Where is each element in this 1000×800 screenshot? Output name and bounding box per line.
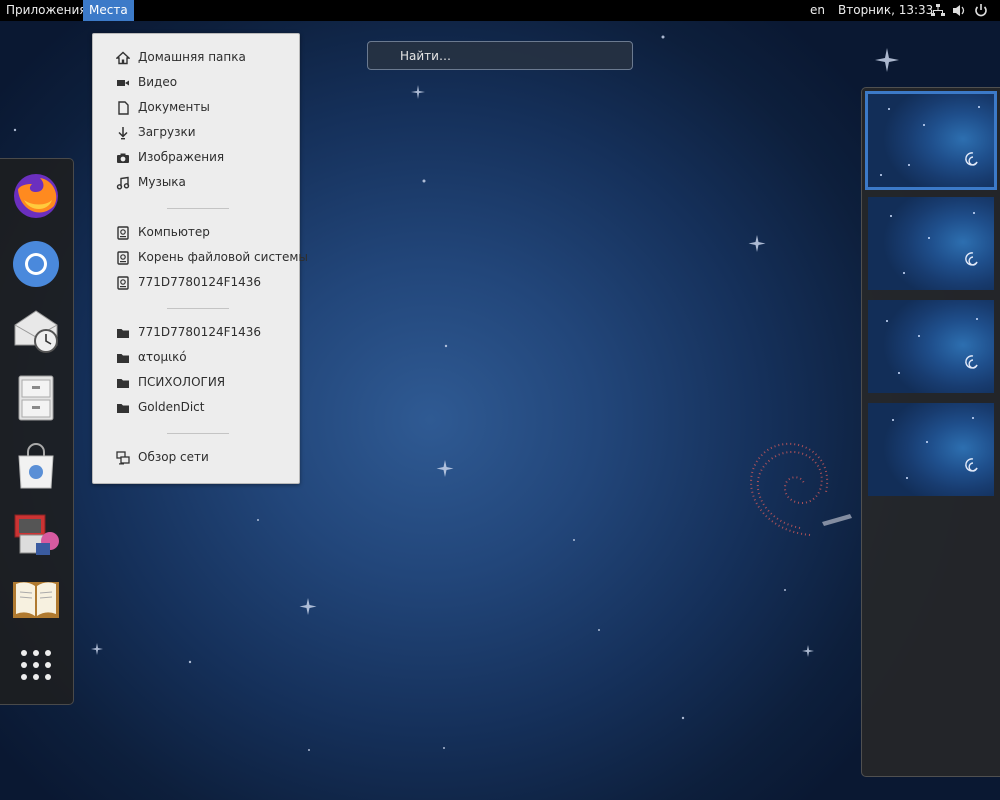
camera-icon: [117, 153, 129, 163]
folder-icon: [117, 404, 129, 413]
debian-swirl-icon: [965, 355, 978, 369]
workspace-switcher: [861, 87, 1000, 777]
workspace-thumbnail[interactable]: [868, 300, 994, 393]
document-icon: [118, 101, 129, 115]
debian-swirl-icon: [965, 152, 978, 166]
places-item-computer[interactable]: Компьютер: [93, 220, 299, 245]
places-item-bookmark-atomiko[interactable]: ατομικό: [93, 345, 299, 370]
places-item-pictures[interactable]: Изображения: [93, 145, 299, 170]
places-item-volume[interactable]: 771D7780124F1436: [93, 270, 299, 295]
places-item-bookmark-goldendict[interactable]: GoldenDict: [93, 395, 299, 420]
folder-icon: [117, 379, 129, 388]
network-browse-icon: [116, 451, 130, 465]
places-item-downloads[interactable]: Загрузки: [93, 120, 299, 145]
search-box[interactable]: [367, 41, 633, 70]
drive-icon: [117, 226, 129, 240]
search-input[interactable]: [368, 42, 632, 69]
dash: [0, 158, 74, 705]
top-bar: Приложения Места en Вторник, 13:33: [0, 0, 1000, 21]
workspace-thumbnail[interactable]: [865, 91, 997, 190]
folder-icon: [117, 329, 129, 338]
home-icon: [116, 51, 130, 65]
dictionary-book-icon[interactable]: [10, 574, 62, 626]
places-menu-button[interactable]: Места: [83, 0, 134, 21]
places-item-root[interactable]: Корень файловой системы: [93, 245, 308, 270]
firefox-icon[interactable]: [10, 170, 62, 222]
volume-icon[interactable]: [951, 3, 967, 18]
places-separator: [167, 208, 229, 209]
places-item-music[interactable]: Музыка: [93, 170, 299, 195]
file-cabinet-icon[interactable]: [10, 372, 62, 424]
workspace-thumbnail[interactable]: [868, 197, 994, 290]
places-item-bookmark-volume-folder[interactable]: 771D7780124F1436: [93, 320, 299, 345]
evolution-mail-icon[interactable]: [10, 305, 62, 357]
places-separator: [167, 308, 229, 309]
workspace-thumbnail[interactable]: [868, 403, 994, 496]
music-icon: [116, 176, 130, 190]
places-item-network[interactable]: Обзор сети: [93, 445, 299, 470]
debian-swirl-icon: [965, 252, 978, 266]
places-item-home[interactable]: Домашняя папка: [93, 45, 299, 70]
debian-swirl-icon: [965, 458, 978, 472]
places-item-bookmark-psychology[interactable]: ПСИХОЛОГИЯ: [93, 370, 299, 395]
places-separator: [167, 433, 229, 434]
show-applications-icon[interactable]: [10, 641, 62, 693]
system-settings-icon[interactable]: [10, 507, 62, 559]
applications-menu-button[interactable]: Приложения: [0, 0, 93, 21]
places-menu: Домашняя папка Видео Документы Загрузки …: [92, 33, 308, 484]
power-icon[interactable]: [973, 3, 989, 18]
places-item-video[interactable]: Видео: [93, 70, 299, 95]
folder-icon: [117, 354, 129, 363]
chromium-icon[interactable]: [10, 238, 62, 290]
drive-icon: [117, 251, 129, 265]
clock[interactable]: Вторник, 13:33: [832, 0, 939, 21]
network-icon[interactable]: [930, 3, 946, 18]
software-store-icon[interactable]: [10, 440, 62, 492]
drive-icon: [117, 276, 129, 290]
download-icon: [118, 127, 128, 140]
keyboard-layout-indicator[interactable]: en: [804, 0, 831, 21]
video-icon: [117, 80, 129, 86]
places-item-documents[interactable]: Документы: [93, 95, 299, 120]
